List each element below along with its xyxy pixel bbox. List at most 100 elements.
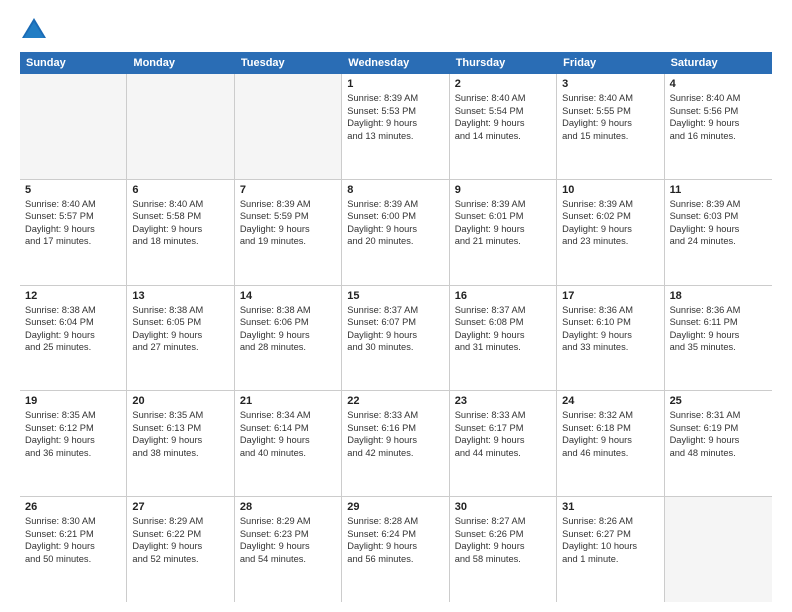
day-info: Sunrise: 8:39 AM Sunset: 5:59 PM Dayligh… (240, 198, 336, 248)
day-info: Sunrise: 8:40 AM Sunset: 5:56 PM Dayligh… (670, 92, 767, 142)
day-info: Sunrise: 8:40 AM Sunset: 5:58 PM Dayligh… (132, 198, 228, 248)
day-number: 15 (347, 290, 443, 302)
day-info: Sunrise: 8:38 AM Sunset: 6:05 PM Dayligh… (132, 304, 228, 354)
day-number: 22 (347, 395, 443, 407)
day-info: Sunrise: 8:38 AM Sunset: 6:06 PM Dayligh… (240, 304, 336, 354)
calendar-day-1: 1 Sunrise: 8:39 AM Sunset: 5:53 PM Daylig… (342, 74, 449, 179)
day-number: 27 (132, 501, 228, 513)
day-info: Sunrise: 8:36 AM Sunset: 6:11 PM Dayligh… (670, 304, 767, 354)
calendar-day-empty (20, 74, 127, 179)
calendar-day-empty (665, 497, 772, 602)
day-info: Sunrise: 8:37 AM Sunset: 6:08 PM Dayligh… (455, 304, 551, 354)
calendar-day-19: 19 Sunrise: 8:35 AM Sunset: 6:12 PM Dayli… (20, 391, 127, 496)
calendar-day-12: 12 Sunrise: 8:38 AM Sunset: 6:04 PM Dayli… (20, 286, 127, 391)
day-info: Sunrise: 8:35 AM Sunset: 6:12 PM Dayligh… (25, 409, 121, 459)
day-info: Sunrise: 8:31 AM Sunset: 6:19 PM Dayligh… (670, 409, 767, 459)
calendar-day-11: 11 Sunrise: 8:39 AM Sunset: 6:03 PM Dayli… (665, 180, 772, 285)
day-info: Sunrise: 8:40 AM Sunset: 5:55 PM Dayligh… (562, 92, 658, 142)
calendar-day-28: 28 Sunrise: 8:29 AM Sunset: 6:23 PM Dayli… (235, 497, 342, 602)
calendar-day-10: 10 Sunrise: 8:39 AM Sunset: 6:02 PM Dayli… (557, 180, 664, 285)
day-info: Sunrise: 8:29 AM Sunset: 6:23 PM Dayligh… (240, 515, 336, 565)
day-info: Sunrise: 8:29 AM Sunset: 6:22 PM Dayligh… (132, 515, 228, 565)
page: SundayMondayTuesdayWednesdayThursdayFrid… (0, 0, 792, 612)
calendar-day-8: 8 Sunrise: 8:39 AM Sunset: 6:00 PM Daylig… (342, 180, 449, 285)
calendar-day-5: 5 Sunrise: 8:40 AM Sunset: 5:57 PM Daylig… (20, 180, 127, 285)
calendar-day-29: 29Sunrise: 8:28 AM Sunset: 6:24 PM Dayli… (342, 497, 449, 602)
calendar-day-13: 13 Sunrise: 8:38 AM Sunset: 6:05 PM Dayli… (127, 286, 234, 391)
calendar-day-3: 3Sunrise: 8:40 AM Sunset: 5:55 PM Daylig… (557, 74, 664, 179)
calendar-day-27: 27 Sunrise: 8:29 AM Sunset: 6:22 PM Dayli… (127, 497, 234, 602)
day-number: 23 (455, 395, 551, 407)
day-number: 19 (25, 395, 121, 407)
day-info: Sunrise: 8:32 AM Sunset: 6:18 PM Dayligh… (562, 409, 658, 459)
day-number: 17 (562, 290, 658, 302)
calendar: SundayMondayTuesdayWednesdayThursdayFrid… (20, 52, 772, 602)
calendar-row-4: 19 Sunrise: 8:35 AM Sunset: 6:12 PM Dayli… (20, 391, 772, 497)
day-info: Sunrise: 8:36 AM Sunset: 6:10 PM Dayligh… (562, 304, 658, 354)
calendar-body: 1 Sunrise: 8:39 AM Sunset: 5:53 PM Daylig… (20, 74, 772, 602)
day-info: Sunrise: 8:38 AM Sunset: 6:04 PM Dayligh… (25, 304, 121, 354)
day-info: Sunrise: 8:39 AM Sunset: 6:01 PM Dayligh… (455, 198, 551, 248)
day-info: Sunrise: 8:39 AM Sunset: 5:53 PM Dayligh… (347, 92, 443, 142)
calendar-row-5: 26 Sunrise: 8:30 AM Sunset: 6:21 PM Dayli… (20, 497, 772, 602)
calendar-day-4: 4 Sunrise: 8:40 AM Sunset: 5:56 PM Daylig… (665, 74, 772, 179)
day-number: 2 (455, 78, 551, 90)
day-info: Sunrise: 8:39 AM Sunset: 6:03 PM Dayligh… (670, 198, 767, 248)
header-day-saturday: Saturday (665, 52, 772, 74)
day-number: 28 (240, 501, 336, 513)
day-info: Sunrise: 8:39 AM Sunset: 6:02 PM Dayligh… (562, 198, 658, 248)
day-number: 9 (455, 184, 551, 196)
day-number: 11 (670, 184, 767, 196)
calendar-day-24: 24 Sunrise: 8:32 AM Sunset: 6:18 PM Dayli… (557, 391, 664, 496)
day-number: 1 (347, 78, 443, 90)
day-info: Sunrise: 8:30 AM Sunset: 6:21 PM Dayligh… (25, 515, 121, 565)
day-number: 14 (240, 290, 336, 302)
day-number: 4 (670, 78, 767, 90)
calendar-day-30: 30 Sunrise: 8:27 AM Sunset: 6:26 PM Dayli… (450, 497, 557, 602)
day-info: Sunrise: 8:33 AM Sunset: 6:17 PM Dayligh… (455, 409, 551, 459)
day-number: 20 (132, 395, 228, 407)
day-number: 6 (132, 184, 228, 196)
day-info: Sunrise: 8:39 AM Sunset: 6:00 PM Dayligh… (347, 198, 443, 248)
calendar-day-16: 16 Sunrise: 8:37 AM Sunset: 6:08 PM Dayli… (450, 286, 557, 391)
day-number: 16 (455, 290, 551, 302)
day-number: 10 (562, 184, 658, 196)
calendar-day-14: 14 Sunrise: 8:38 AM Sunset: 6:06 PM Dayli… (235, 286, 342, 391)
calendar-day-6: 6 Sunrise: 8:40 AM Sunset: 5:58 PM Daylig… (127, 180, 234, 285)
calendar-row-3: 12 Sunrise: 8:38 AM Sunset: 6:04 PM Dayli… (20, 286, 772, 392)
header (20, 16, 772, 44)
day-number: 7 (240, 184, 336, 196)
calendar-row-2: 5 Sunrise: 8:40 AM Sunset: 5:57 PM Daylig… (20, 180, 772, 286)
day-info: Sunrise: 8:33 AM Sunset: 6:16 PM Dayligh… (347, 409, 443, 459)
day-number: 5 (25, 184, 121, 196)
day-info: Sunrise: 8:34 AM Sunset: 6:14 PM Dayligh… (240, 409, 336, 459)
calendar-day-7: 7 Sunrise: 8:39 AM Sunset: 5:59 PM Daylig… (235, 180, 342, 285)
day-number: 24 (562, 395, 658, 407)
header-day-thursday: Thursday (450, 52, 557, 74)
day-number: 13 (132, 290, 228, 302)
day-number: 30 (455, 501, 551, 513)
header-day-wednesday: Wednesday (342, 52, 449, 74)
calendar-header: SundayMondayTuesdayWednesdayThursdayFrid… (20, 52, 772, 74)
header-day-monday: Monday (127, 52, 234, 74)
day-number: 18 (670, 290, 767, 302)
day-number: 26 (25, 501, 121, 513)
day-number: 31 (562, 501, 658, 513)
day-number: 12 (25, 290, 121, 302)
calendar-day-25: 25 Sunrise: 8:31 AM Sunset: 6:19 PM Dayli… (665, 391, 772, 496)
day-number: 29 (347, 501, 443, 513)
calendar-row-1: 1 Sunrise: 8:39 AM Sunset: 5:53 PM Daylig… (20, 74, 772, 180)
day-info: Sunrise: 8:40 AM Sunset: 5:57 PM Dayligh… (25, 198, 121, 248)
header-day-tuesday: Tuesday (235, 52, 342, 74)
header-day-sunday: Sunday (20, 52, 127, 74)
calendar-day-2: 2Sunrise: 8:40 AM Sunset: 5:54 PM Daylig… (450, 74, 557, 179)
day-number: 25 (670, 395, 767, 407)
calendar-day-15: 15Sunrise: 8:37 AM Sunset: 6:07 PM Dayli… (342, 286, 449, 391)
day-info: Sunrise: 8:27 AM Sunset: 6:26 PM Dayligh… (455, 515, 551, 565)
day-number: 8 (347, 184, 443, 196)
calendar-day-20: 20Sunrise: 8:35 AM Sunset: 6:13 PM Dayli… (127, 391, 234, 496)
day-number: 21 (240, 395, 336, 407)
logo-icon (20, 16, 48, 44)
calendar-day-empty (127, 74, 234, 179)
logo (20, 16, 52, 44)
